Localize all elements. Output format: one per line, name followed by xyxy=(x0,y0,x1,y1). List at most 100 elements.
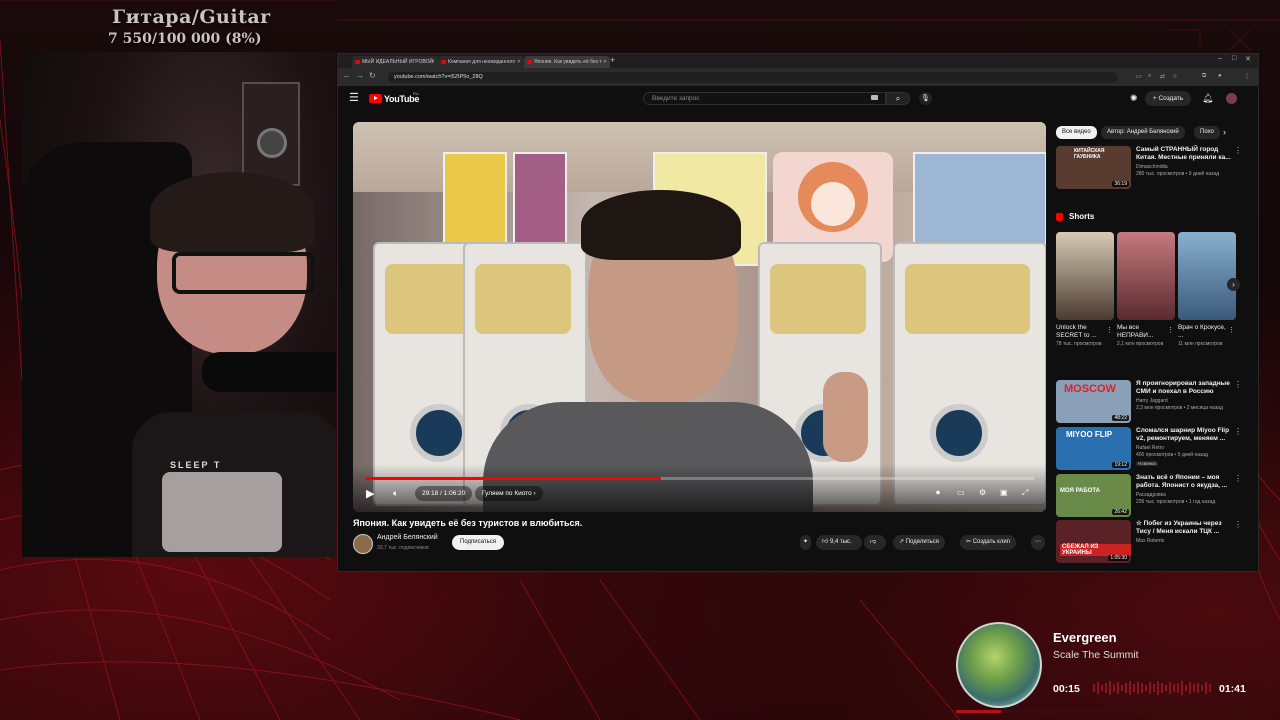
shorts-next-button[interactable]: › xyxy=(1227,278,1240,291)
more-options-icon[interactable]: ⋮ xyxy=(1234,474,1242,483)
machine-dial xyxy=(410,404,468,462)
chevron-right-icon[interactable]: › xyxy=(1223,127,1226,137)
fullscreen-icon[interactable]: ⤢ xyxy=(1022,488,1028,498)
play-icon[interactable]: ▶ xyxy=(366,487,374,500)
search-input[interactable]: Введите запрос xyxy=(643,92,886,105)
chapter-button[interactable]: Гуляем по Киото › xyxy=(475,486,543,501)
video-thumbnail: MIYOO FLIP 19:12 xyxy=(1056,427,1131,470)
youtube-logo-icon[interactable] xyxy=(369,94,382,103)
chip-similar[interactable]: Похо xyxy=(1194,126,1220,139)
short-thumbnail xyxy=(1178,232,1236,320)
more-options-icon[interactable]: ⋮ xyxy=(1234,380,1242,389)
thumbnail-text: MIYOO FLIP xyxy=(1066,430,1113,439)
short-item[interactable]: Врач о Крокусе, ... 11 млн просмотров ⋮ xyxy=(1178,232,1238,348)
voice-search-button[interactable]: 🎙 xyxy=(919,92,932,105)
autoplay-toggle[interactable]: ⏺ xyxy=(936,488,940,498)
youtube-header: ☰ YouTube RU Введите запрос ⌕ 🎙 ✺ + Созд… xyxy=(338,86,1258,112)
create-label: Создать xyxy=(1158,95,1184,102)
more-options-icon[interactable]: ⋮ xyxy=(1106,326,1113,334)
dislike-button[interactable]: 👎︎ xyxy=(864,535,886,550)
recommendation-meta: 236 тыс. просмотров • 1 год назад xyxy=(1136,499,1216,505)
extensions-icon[interactable]: ⧉ xyxy=(1202,73,1206,80)
hamburger-menu-icon[interactable]: ☰ xyxy=(349,91,359,104)
close-icon[interactable]: ✕ xyxy=(603,56,607,68)
minimize-icon[interactable]: – xyxy=(1218,55,1222,62)
translate-icon[interactable]: ⇄ xyxy=(1160,73,1165,80)
share-button[interactable]: ↗ Поделиться xyxy=(893,535,945,550)
keyboard-icon[interactable] xyxy=(871,95,878,100)
shirt-text: SLEEP T xyxy=(170,460,222,470)
notifications-bell-icon[interactable]: 🔔︎ xyxy=(1202,93,1213,104)
search-button[interactable]: ⌕ xyxy=(886,92,910,105)
close-window-icon[interactable]: ✕ xyxy=(1245,55,1251,63)
zoom-icon[interactable]: ⌕ xyxy=(1148,73,1151,80)
close-icon[interactable]: ✕ xyxy=(431,56,435,68)
video-thumbnail: MOSCOW 48:22 xyxy=(1056,380,1131,423)
video-title: Япония. Как увидеть её без туристов и вл… xyxy=(353,518,583,528)
subscriber-count: 33,7 тыс. подписчиков xyxy=(377,545,429,551)
video-player[interactable]: ▶ 🔈︎ 29:18 / 1:06:20 Гуляем по Киото › ⏺… xyxy=(353,122,1046,512)
volume-icon[interactable]: 🔈︎ xyxy=(393,488,398,499)
region-code: RU xyxy=(413,91,419,96)
url-field[interactable]: youtube.com/watch?v=i5ZtP5o_28Q xyxy=(388,72,1118,83)
star-icon[interactable]: ☆ xyxy=(1172,73,1177,80)
short-item[interactable]: Unlock the SECRET to ... 78 тыс. просмот… xyxy=(1056,232,1116,348)
recommendation-item[interactable]: MOSCOW 48:22 Я проигнорировал западные СМ… xyxy=(1056,380,1242,424)
browser-tab-1[interactable]: МЫЙ ИДЕАЛЬНЫЙ ИГРОВОЙ ✕ xyxy=(352,56,438,68)
short-title: Врач о Крокусе, ... xyxy=(1178,324,1226,339)
video-person-hair xyxy=(581,190,741,260)
video-time: 29:18 / 1:06:20 xyxy=(415,486,473,501)
recommendation-channel: Max Roberts xyxy=(1136,538,1165,544)
youtube-favicon-icon xyxy=(441,60,446,64)
account-avatar[interactable] xyxy=(1226,93,1237,104)
profile-icon[interactable]: ● xyxy=(1218,73,1222,79)
short-item[interactable]: Мы все НЕПРАВИ... 2,1 млн просмотров ⋮ xyxy=(1117,232,1177,348)
close-icon[interactable]: ✕ xyxy=(517,56,521,68)
new-badge: Новинка xyxy=(1136,461,1158,466)
recommendation-item[interactable]: КИТАЙСКАЯ ГАУБНИКА 36:19 Самый СТРАННЫЙ г… xyxy=(1056,146,1242,190)
new-tab-button[interactable]: + xyxy=(610,55,615,65)
more-actions-icon[interactable]: ⋯ xyxy=(1031,535,1045,550)
recommendation-item[interactable]: MIYOO FLIP 19:12 Сломался шарнир Miyoo Fl… xyxy=(1056,427,1242,471)
cast-icon[interactable]: ▭ xyxy=(1136,73,1142,80)
video-duration: 26:42 xyxy=(1112,509,1129,515)
recommendation-item[interactable]: СБЕЖАЛ ИЗ УКРАИНЫ 1:05:30 ☆ Побег из Укра… xyxy=(1056,520,1242,564)
reload-icon[interactable]: ↻ xyxy=(369,71,376,80)
recommendation-item[interactable]: МОЯ РАБОТА 26:42 Знать всё о Японии – моя… xyxy=(1056,474,1242,518)
maximize-icon[interactable]: □ xyxy=(1232,55,1236,62)
recommendation-title: Самый СТРАННЫЙ город Китая. Местные прин… xyxy=(1136,146,1231,161)
tab-bar: МЫЙ ИДЕАЛЬНЫЙ ИГРОВОЙ ✕ Компания для неож… xyxy=(338,54,1258,68)
miniplayer-icon[interactable]: ▣ xyxy=(1000,488,1008,497)
video-progress-bar[interactable] xyxy=(365,477,1034,480)
more-options-icon[interactable]: ⋮ xyxy=(1234,146,1242,155)
chip-author[interactable]: Автор: Андрей Белянский xyxy=(1101,126,1185,139)
browser-tab-3[interactable]: Япония. Как увидеть её без т ✕ xyxy=(524,56,610,68)
subtitles-icon[interactable]: ▭ xyxy=(957,488,965,497)
like-button[interactable]: 👍︎ 9,4 тыс. xyxy=(816,535,862,550)
more-options-icon[interactable]: ⋮ xyxy=(1234,520,1242,529)
thumbs-down-icon: 👎︎ xyxy=(870,539,877,545)
ask-ai-icon[interactable]: ✦ xyxy=(800,535,812,550)
more-options-icon[interactable]: ⋮ xyxy=(1234,427,1242,436)
studio-speaker xyxy=(242,82,300,186)
track-total-time: 01:41 xyxy=(1219,683,1246,695)
create-button[interactable]: + Создать xyxy=(1145,91,1191,106)
settings-gear-icon[interactable]: ⚙ xyxy=(979,488,986,497)
cast-device-icon[interactable]: ✺ xyxy=(1130,93,1138,104)
shorts-logo-icon xyxy=(1056,213,1063,221)
browser-tab-2[interactable]: Компания для неожиданного ✕ xyxy=(438,56,524,68)
more-options-icon[interactable]: ⋮ xyxy=(1167,326,1174,334)
clip-button[interactable]: ✂ Создать клип xyxy=(960,535,1016,550)
video-thumbnail: КИТАЙСКАЯ ГАУБНИКА 36:19 xyxy=(1056,146,1131,189)
more-options-icon[interactable]: ⋮ xyxy=(1228,326,1235,334)
tab-label: Компания для неожиданного xyxy=(448,59,516,65)
forward-icon[interactable]: → xyxy=(356,71,364,80)
menu-dots-icon[interactable]: ⋮ xyxy=(1244,73,1250,80)
recommendation-title: Я проигнорировал западные СМИ и поехал в… xyxy=(1136,380,1230,395)
chip-all[interactable]: Все видео xyxy=(1056,126,1097,139)
channel-avatar[interactable] xyxy=(353,534,373,554)
subscribe-button[interactable]: Подписаться xyxy=(452,535,504,550)
back-icon[interactable]: ← xyxy=(343,71,351,80)
channel-name[interactable]: Андрей Белянский xyxy=(377,534,438,541)
recommendation-meta: 280 тыс. просмотров • 9 дней назад xyxy=(1136,171,1220,177)
